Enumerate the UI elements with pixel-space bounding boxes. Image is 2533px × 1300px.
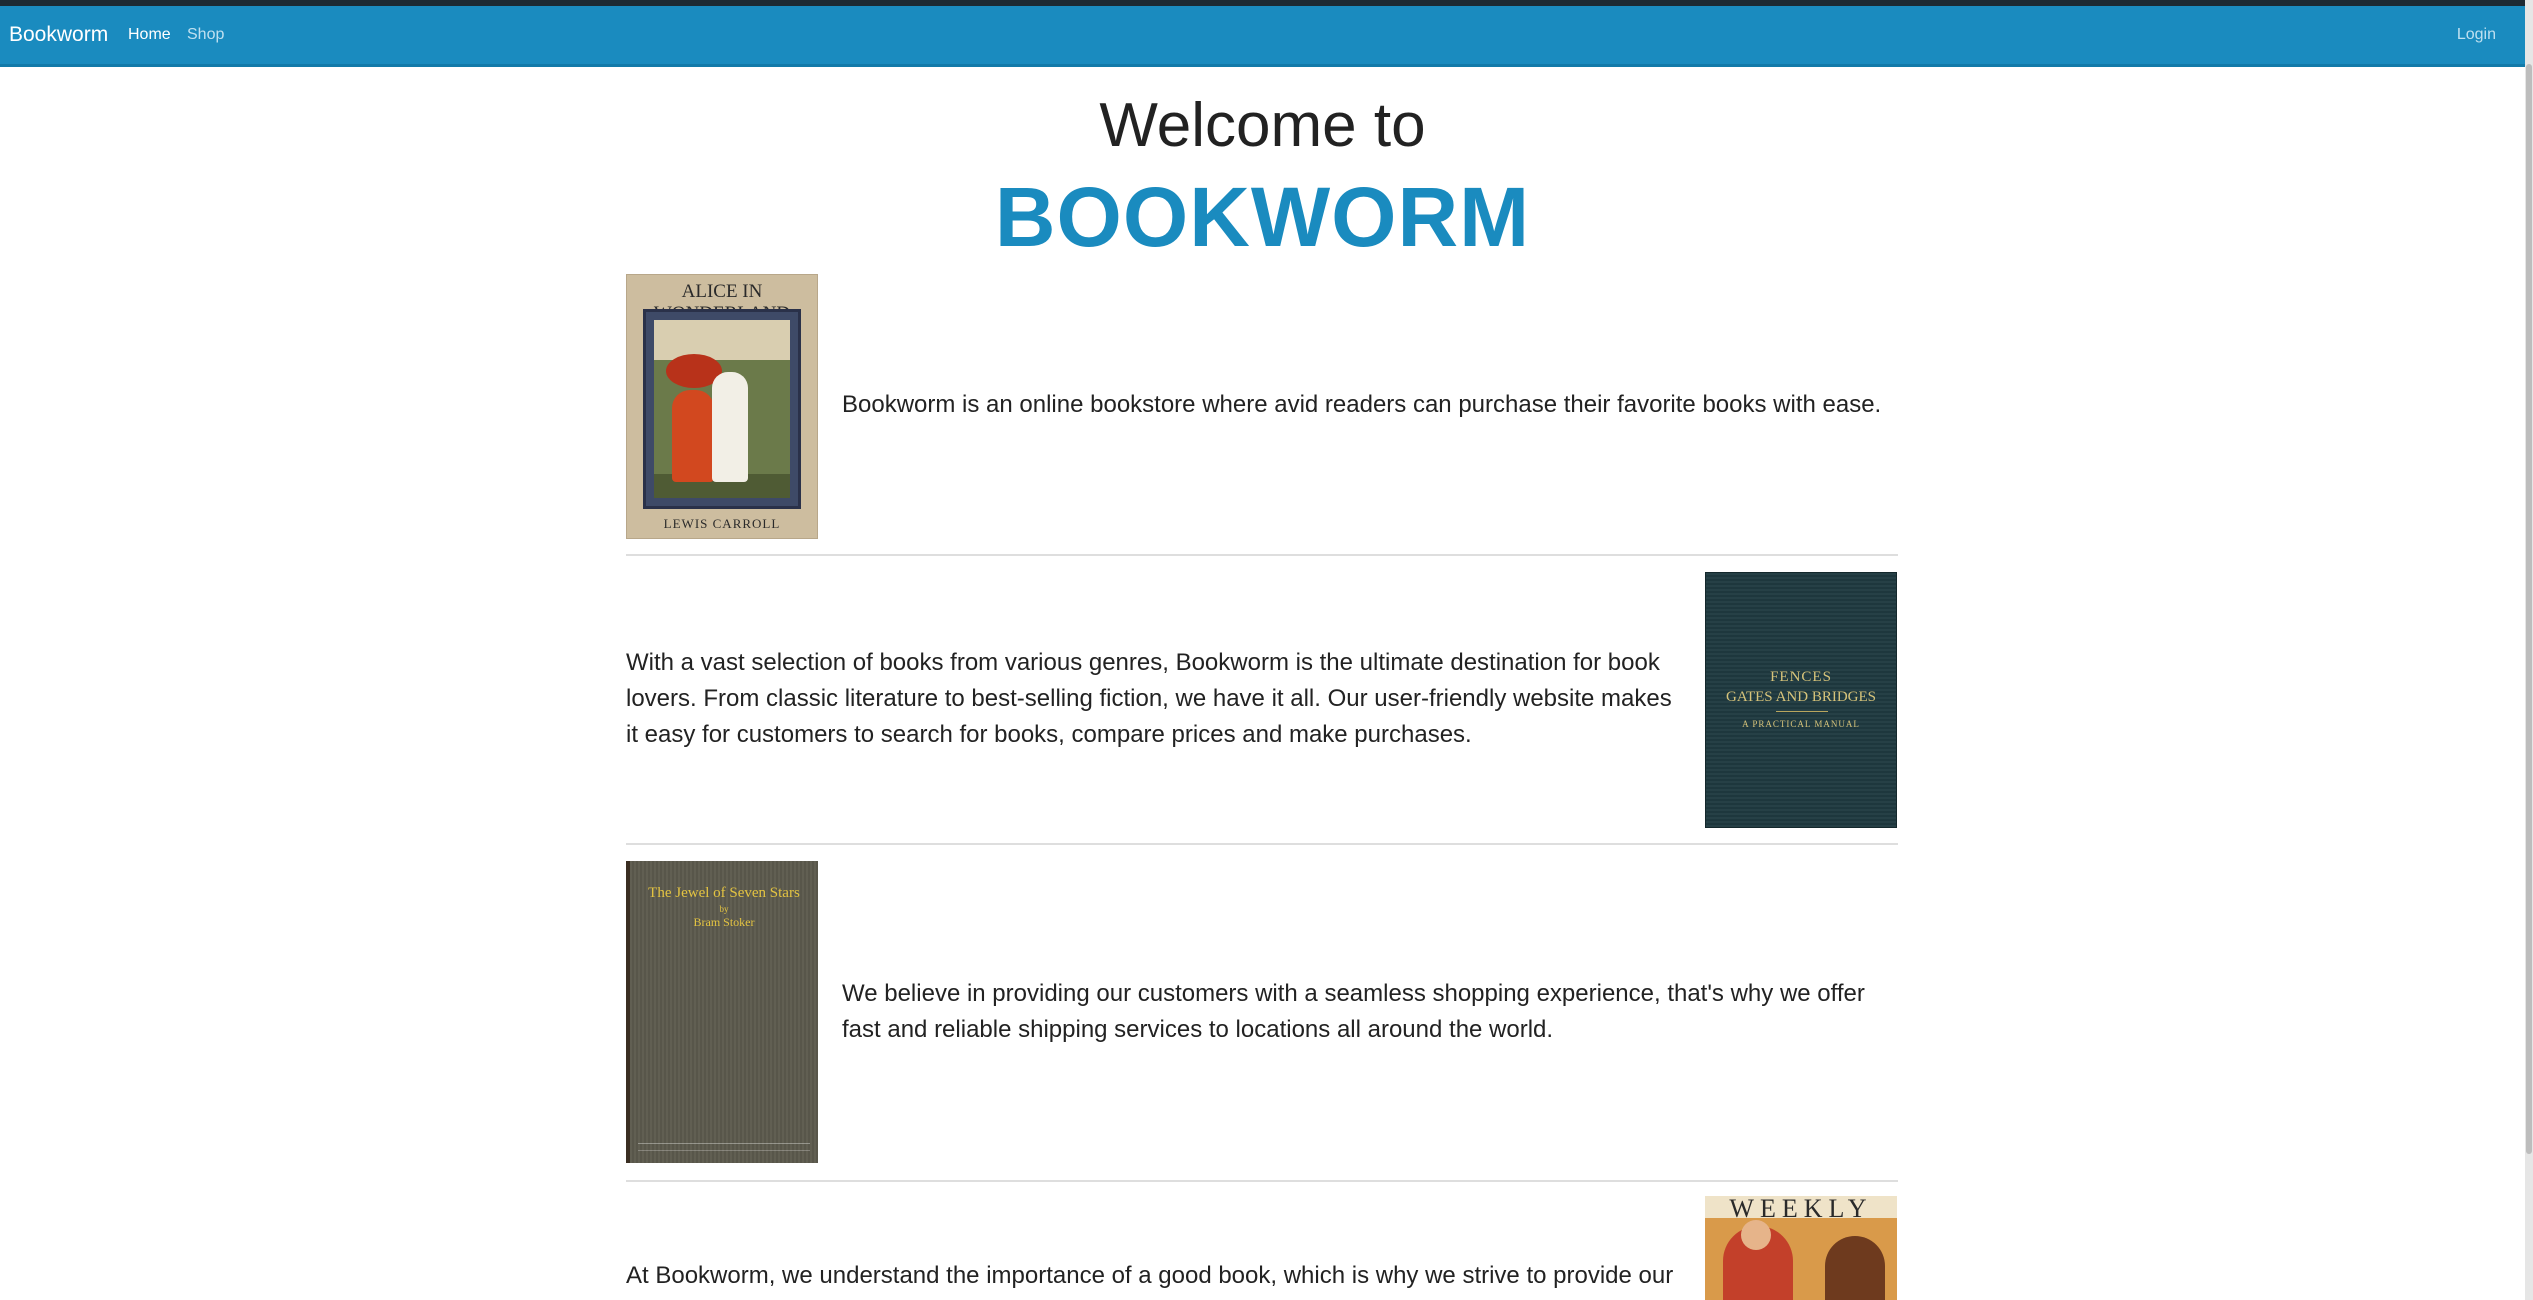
feature-row-2: With a vast selection of books from vari… <box>626 572 1898 828</box>
feature-text-2: With a vast selection of books from vari… <box>626 649 1672 748</box>
cover-tagline: A PRACTICAL MANUAL <box>1742 719 1860 729</box>
nav-shop-link[interactable]: Shop <box>187 26 224 44</box>
cover-title: WEEKLY <box>1729 1196 1873 1223</box>
section-divider <box>626 1180 1898 1182</box>
cover-by: by <box>719 904 729 914</box>
section-divider <box>626 843 1898 845</box>
feature-text-1: Bookworm is an online bookstore where av… <box>842 391 1882 418</box>
cover-title: FENCES <box>1770 669 1832 685</box>
section-divider <box>626 554 1898 556</box>
cover-subtitle: GATES AND BRIDGES <box>1725 689 1876 705</box>
scrollbar-thumb[interactable] <box>2526 64 2532 1154</box>
hero-welcome-heading: Welcome to <box>1099 91 1426 160</box>
cover-title: The Jewel of Seven Stars <box>648 885 800 901</box>
login-link[interactable]: Login <box>2457 26 2496 44</box>
nav-home-link[interactable]: Home <box>128 26 171 44</box>
hero-brand-heading: BOOKWORM <box>994 170 1531 264</box>
cover-author: Bram Stoker <box>693 915 755 929</box>
feature-row-3: The Jewel of Seven Stars by Bram Stoker … <box>626 861 1898 1163</box>
brand-link[interactable]: Bookworm <box>9 23 108 47</box>
page-scrollbar[interactable] <box>2525 0 2533 1300</box>
book-cover-weekly: WEEKLY <box>1705 1196 1897 1300</box>
feature-text-4: At Bookworm, we understand the importanc… <box>626 1262 1674 1289</box>
feature-row-4: At Bookworm, we understand the importanc… <box>626 1196 1898 1300</box>
navbar: Bookworm Home Shop Login <box>0 6 2525 67</box>
book-cover-alice: ALICE IN WONDERLAND LEWIS CARROLL <box>626 274 818 539</box>
cover-author: LEWIS CARROLL <box>663 516 781 531</box>
book-cover-fences: FENCES GATES AND BRIDGES A PRACTICAL MAN… <box>1705 572 1897 828</box>
cover-illustration <box>643 309 801 509</box>
book-cover-jewel: The Jewel of Seven Stars by Bram Stoker <box>626 861 818 1163</box>
feature-text-3: We believe in providing our customers wi… <box>842 980 1865 1043</box>
feature-row-1: ALICE IN WONDERLAND LEWIS CARROLL Bookwo… <box>626 274 1898 539</box>
